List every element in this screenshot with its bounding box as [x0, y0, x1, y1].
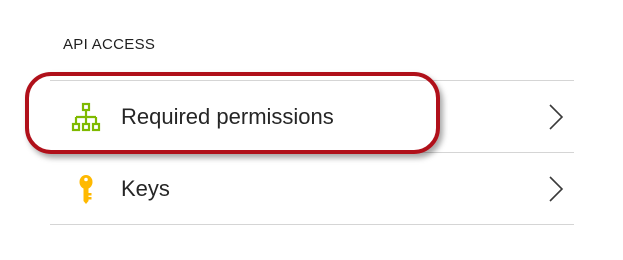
chevron-right-icon	[548, 175, 564, 203]
section-title: API ACCESS	[63, 36, 156, 53]
menu-item-label: Keys	[121, 175, 170, 201]
chevron-right-icon	[548, 103, 564, 131]
hierarchy-network-icon	[70, 101, 102, 133]
api-access-panel: API ACCESS Required permissions Keys	[0, 0, 623, 260]
divider	[50, 224, 574, 225]
menu-item-keys[interactable]: Keys	[50, 153, 574, 224]
menu-item-required-permissions[interactable]: Required permissions	[50, 81, 574, 152]
menu-item-label: Required permissions	[121, 103, 334, 129]
key-icon	[70, 173, 102, 205]
